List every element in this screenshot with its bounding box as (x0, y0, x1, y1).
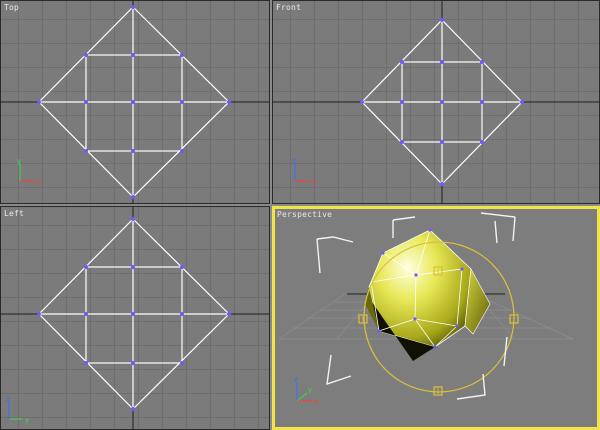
svg-text:z: z (6, 395, 10, 403)
svg-text:z: z (292, 157, 296, 165)
svg-text:x: x (314, 398, 318, 406)
svg-text:x: x (311, 178, 315, 186)
viewport-label-left[interactable]: Left (4, 209, 24, 218)
polyhedron-object[interactable] (365, 228, 491, 361)
svg-text:z: z (294, 376, 298, 384)
axis-tripod-icon: y z (6, 395, 29, 424)
svg-text:x: x (36, 178, 40, 186)
axis-tripod-icon: x y (17, 157, 40, 186)
viewport-perspective[interactable]: Perspective x z y (272, 206, 600, 430)
viewport-top[interactable]: Top x y (0, 0, 270, 204)
svg-text:y: y (308, 386, 312, 394)
shaded-perspective-scene[interactable] (275, 209, 597, 427)
svg-text:y: y (25, 416, 29, 424)
viewport-label-top[interactable]: Top (4, 3, 19, 12)
viewport-left[interactable]: Left y z (0, 206, 270, 430)
viewport-layout: Top x y Front x z Left y z Perspective x… (0, 0, 600, 430)
svg-text:y: y (17, 157, 21, 165)
wireframe-front[interactable] (273, 1, 600, 204)
viewport-front[interactable]: Front x z (272, 0, 600, 204)
axis-tripod-icon: x z y (294, 376, 318, 406)
viewport-label-perspective[interactable]: Perspective (277, 210, 332, 219)
wireframe-left[interactable] (1, 207, 270, 430)
viewport-label-front[interactable]: Front (276, 3, 301, 12)
axis-tripod-icon: x z (292, 157, 315, 186)
